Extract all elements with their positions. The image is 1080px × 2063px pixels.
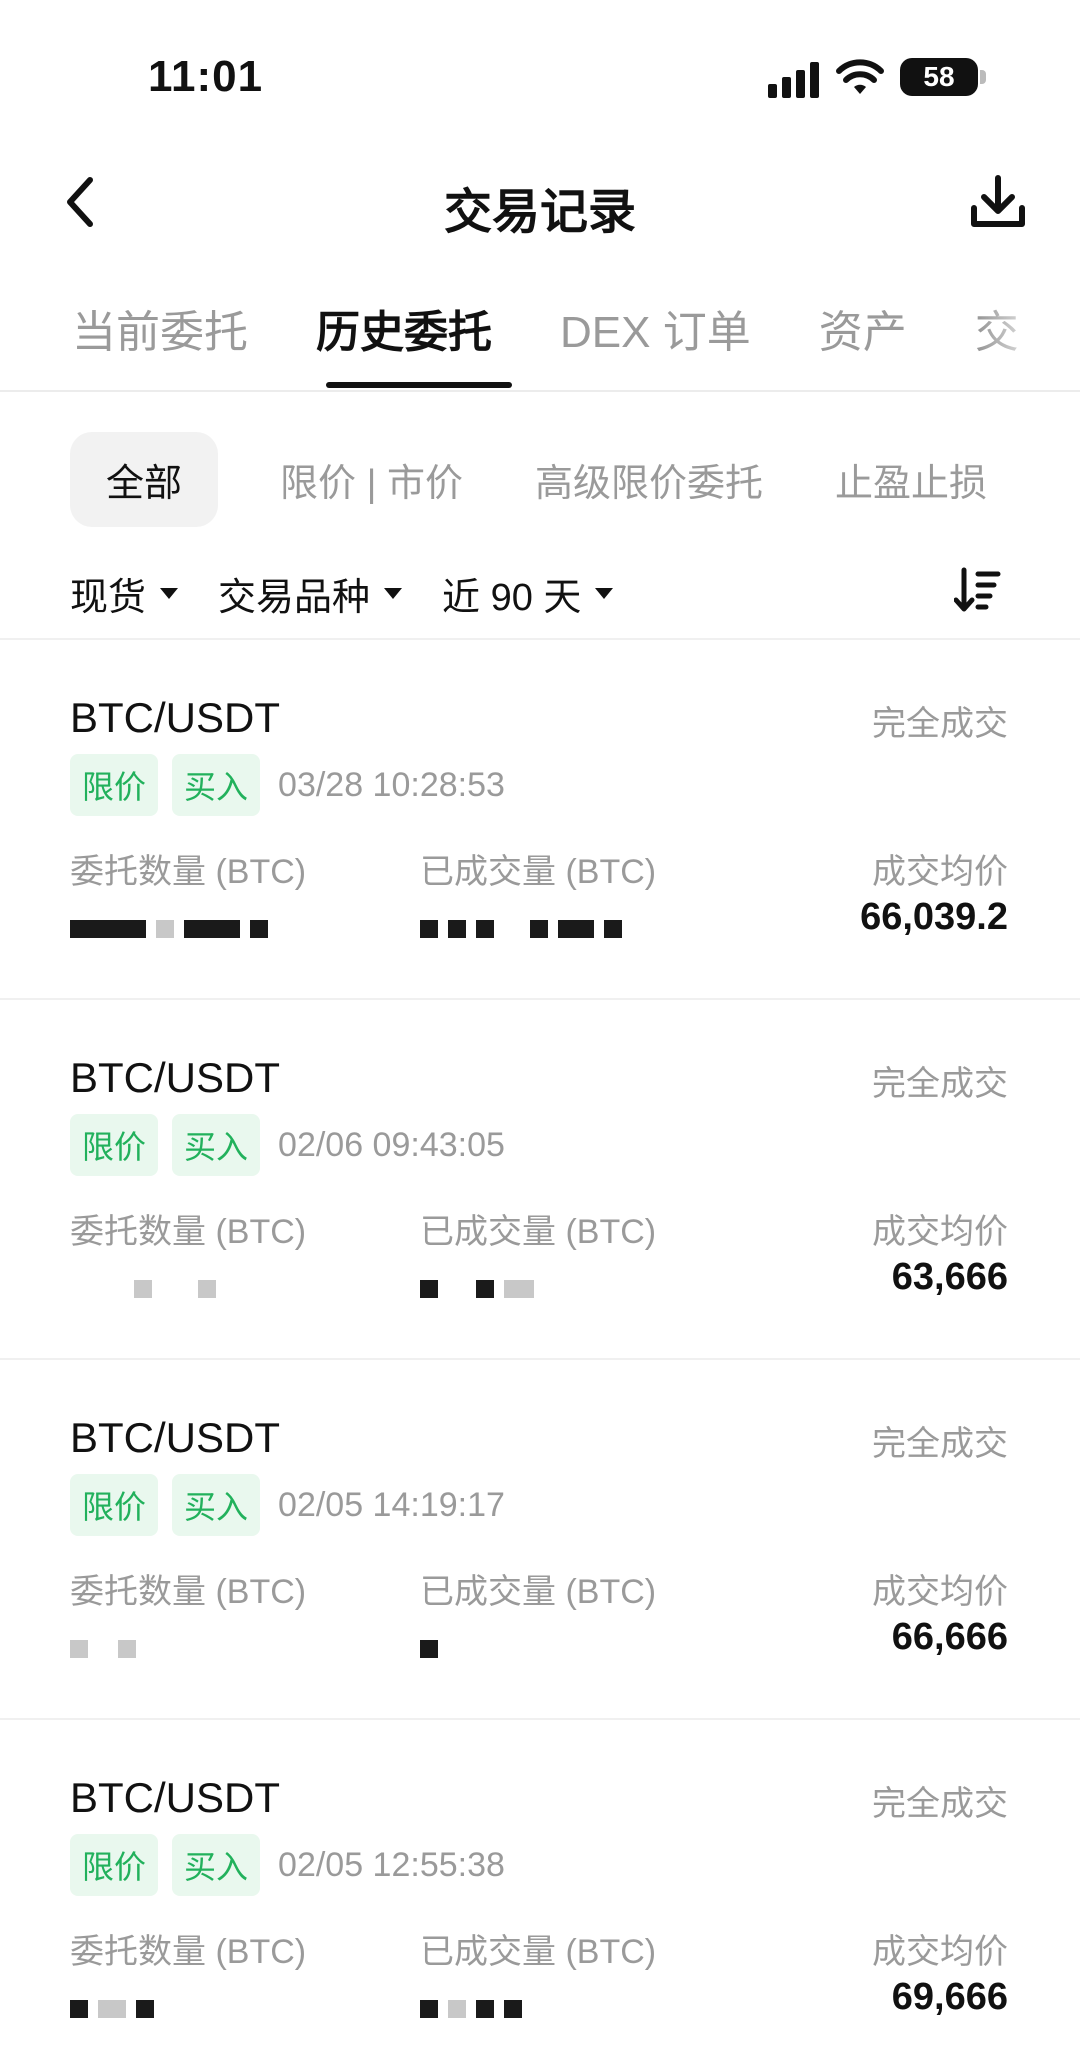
sort-icon[interactable] — [954, 566, 1002, 614]
battery-nub — [980, 70, 986, 84]
order-time: 03/28 10:28:53 — [278, 765, 505, 804]
redacted-filled-qty — [420, 1984, 532, 2018]
battery-indicator: 58 — [900, 58, 978, 96]
status-time: 11:01 — [148, 52, 264, 101]
order-status: 完全成交 — [872, 1065, 1008, 1103]
order-status: 完全成交 — [872, 705, 1008, 743]
caret-down-icon — [384, 588, 403, 599]
order-pair: BTC/USDT — [70, 1774, 280, 1821]
redacted-order-qty — [70, 1624, 146, 1658]
avg-price-label: 成交均价 — [872, 1213, 1008, 1251]
symbol-dropdown-label: 交易品种 — [218, 577, 371, 619]
order-pair: BTC/USDT — [70, 1414, 280, 1461]
redacted-order-qty — [70, 1984, 164, 2018]
avg-price-label: 成交均价 — [872, 1933, 1008, 1971]
order-qty-label: 委托数量 (BTC) — [70, 853, 307, 891]
order-qty-label: 委托数量 (BTC) — [70, 1573, 307, 1611]
order-qty-label: 委托数量 (BTC) — [70, 1213, 307, 1251]
market-dropdown[interactable]: 现货 — [70, 566, 179, 621]
order-type-tag: 限价 — [70, 1834, 159, 1896]
market-dropdown-label: 现货 — [70, 577, 147, 619]
cellular-signal-icon — [768, 62, 819, 98]
order-avg-price: 66,039.2 — [860, 896, 1008, 938]
tabs-fade — [980, 290, 1080, 370]
tab-assets[interactable]: 资产 — [819, 296, 907, 360]
order-qty-label: 委托数量 (BTC) — [70, 1933, 307, 1971]
order-tags: 限价 买入 02/05 12:55:38 — [70, 1834, 505, 1896]
order-time: 02/05 12:55:38 — [278, 1845, 505, 1884]
order-card[interactable]: BTC/USDT 完全成交 限价 买入 02/05 12:55:38 委托数量 … — [0, 1720, 1080, 2063]
filled-qty-label: 已成交量 (BTC) — [420, 1213, 657, 1251]
order-side-tag: 买入 — [172, 1474, 261, 1536]
order-time: 02/05 14:19:17 — [278, 1485, 505, 1524]
filled-qty-label: 已成交量 (BTC) — [420, 1573, 657, 1611]
order-side-tag: 买入 — [172, 1114, 261, 1176]
order-pair: BTC/USDT — [70, 694, 280, 741]
order-type-tag: 限价 — [70, 1474, 159, 1536]
order-avg-price: 63,666 — [891, 1256, 1008, 1298]
redacted-filled-qty — [420, 904, 632, 938]
order-side-tag: 买入 — [172, 1834, 261, 1896]
redacted-order-qty — [70, 904, 278, 938]
order-pair: BTC/USDT — [70, 1054, 280, 1101]
caret-down-icon — [595, 588, 614, 599]
pill-limit-market[interactable]: 限价 | 市价 — [280, 452, 463, 507]
pill-tp-sl[interactable]: 止盈止损 — [835, 452, 987, 507]
order-tags: 限价 买入 03/28 10:28:53 — [70, 754, 505, 816]
pill-advanced-limit[interactable]: 高级限价委托 — [535, 452, 763, 507]
avg-price-label: 成交均价 — [872, 1573, 1008, 1611]
caret-down-icon — [160, 588, 179, 599]
order-type-tag: 限价 — [70, 754, 159, 816]
filled-qty-label: 已成交量 (BTC) — [420, 1933, 657, 1971]
avg-price-label: 成交均价 — [872, 853, 1008, 891]
main-tabs: 当前委托 历史委托 DEX 订单 资产 交 — [72, 296, 1080, 360]
order-type-filter: 全部 限价 | 市价 高级限价委托 止盈止损 — [70, 432, 1059, 527]
period-dropdown[interactable]: 近 90 天 — [442, 566, 614, 621]
wifi-icon — [836, 59, 884, 94]
order-tags: 限价 买入 02/06 09:43:05 — [70, 1114, 505, 1176]
order-card[interactable]: BTC/USDT 完全成交 限价 买入 02/05 14:19:17 委托数量 … — [0, 1360, 1080, 1720]
order-time: 02/06 09:43:05 — [278, 1125, 505, 1164]
tab-current-orders[interactable]: 当前委托 — [72, 296, 248, 360]
download-icon[interactable] — [968, 172, 1028, 232]
redacted-order-qty — [70, 1264, 226, 1298]
symbol-dropdown[interactable]: 交易品种 — [218, 566, 403, 621]
order-tags: 限价 买入 02/05 14:19:17 — [70, 1474, 505, 1536]
order-avg-price: 69,666 — [891, 1976, 1008, 2018]
redacted-filled-qty — [420, 1624, 448, 1658]
filled-qty-label: 已成交量 (BTC) — [420, 853, 657, 891]
period-dropdown-label: 近 90 天 — [442, 577, 582, 619]
page-title: 交易记录 — [443, 186, 636, 239]
tab-dex-orders[interactable]: DEX 订单 — [560, 296, 751, 360]
pills-fade — [1010, 430, 1080, 520]
order-card[interactable]: BTC/USDT 完全成交 限价 买入 02/06 09:43:05 委托数量 … — [0, 1000, 1080, 1360]
active-tab-indicator — [326, 382, 512, 388]
tabs-divider — [0, 390, 1080, 392]
redacted-filled-qty — [420, 1264, 544, 1298]
order-status: 完全成交 — [872, 1425, 1008, 1463]
filter-row: 现货 交易品种 近 90 天 — [70, 566, 653, 621]
order-side-tag: 买入 — [172, 754, 261, 816]
tab-order-history[interactable]: 历史委托 — [316, 296, 492, 360]
order-avg-price: 66,666 — [891, 1616, 1008, 1658]
order-status: 完全成交 — [872, 1785, 1008, 1823]
order-type-tag: 限价 — [70, 1114, 159, 1176]
order-card[interactable]: BTC/USDT 完全成交 限价 买入 03/28 10:28:53 委托数量 … — [0, 640, 1080, 1000]
pill-all[interactable]: 全部 — [70, 432, 219, 527]
